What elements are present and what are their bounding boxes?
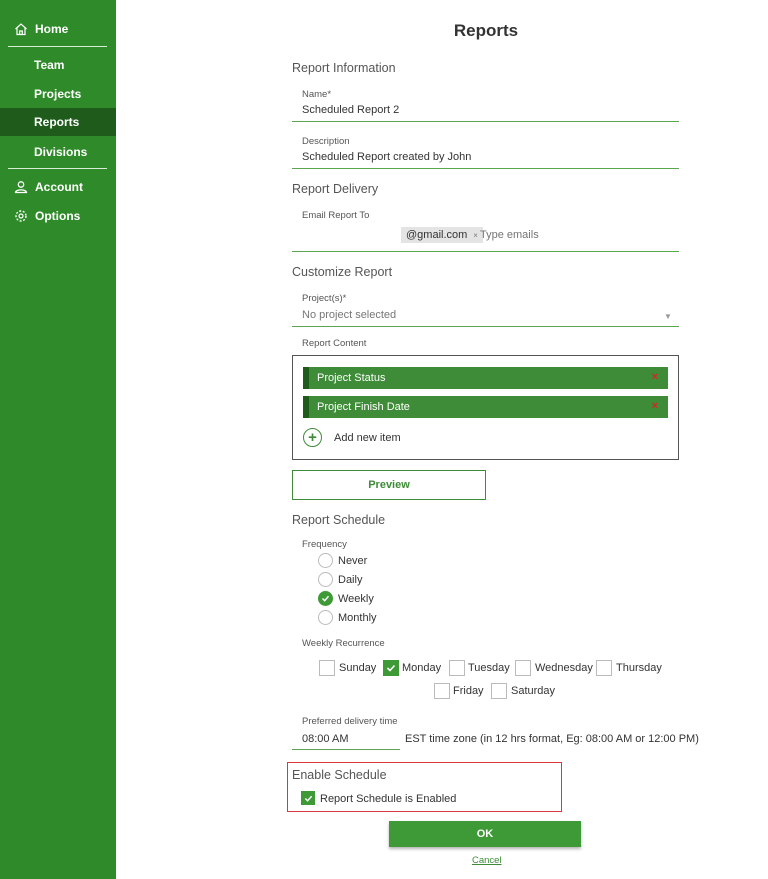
radio-label: Weekly xyxy=(338,592,374,605)
checkbox-enable-schedule[interactable] xyxy=(301,791,315,805)
delivery-time-underline xyxy=(292,749,400,750)
sidebar-item-account[interactable]: Account xyxy=(0,173,116,201)
sidebar-item-label: Projects xyxy=(34,87,82,101)
day-label-wednesday: Wednesday xyxy=(535,662,593,674)
radio-daily[interactable]: Daily xyxy=(318,572,362,587)
radio-circle xyxy=(318,572,333,587)
description-field[interactable]: Scheduled Report created by John xyxy=(302,151,471,163)
sidebar-item-divisions[interactable]: Divisions xyxy=(0,138,116,166)
projects-label: Project(s)* xyxy=(302,293,347,304)
time-zone-note: EST time zone (in 12 hrs format, Eg: 08:… xyxy=(405,733,699,745)
sidebar-item-reports[interactable]: Reports xyxy=(0,108,116,136)
checkbox-sunday[interactable] xyxy=(319,660,335,676)
name-field-underline xyxy=(292,121,679,122)
day-label-sunday: Sunday xyxy=(339,662,377,674)
radio-weekly[interactable]: Weekly xyxy=(318,591,374,606)
sidebar-divider xyxy=(8,46,107,47)
content-item-label: Project Status xyxy=(317,372,386,384)
sidebar-item-team[interactable]: Team xyxy=(0,51,116,79)
chevron-down-icon[interactable]: ▼ xyxy=(664,312,672,321)
preview-button[interactable]: Preview xyxy=(292,470,486,500)
sidebar-item-projects[interactable]: Projects xyxy=(0,80,116,108)
delivery-time-label: Preferred delivery time xyxy=(302,716,398,727)
check-icon xyxy=(386,664,396,672)
checkbox-wednesday[interactable] xyxy=(515,660,531,676)
email-chip[interactable]: @gmail.com × xyxy=(401,227,483,243)
frequency-label: Frequency xyxy=(302,539,347,550)
radio-label: Monthly xyxy=(338,611,377,624)
remove-icon[interactable]: × xyxy=(652,400,658,412)
weekly-recurrence-label: Weekly Recurrence xyxy=(302,638,385,649)
radio-circle xyxy=(318,553,333,568)
sidebar-item-label: Divisions xyxy=(34,145,88,159)
section-title-enable-schedule: Enable Schedule xyxy=(292,768,387,782)
page-title: Reports xyxy=(453,21,519,40)
radio-monthly[interactable]: Monthly xyxy=(318,610,377,625)
chip-remove-icon[interactable]: × xyxy=(473,231,478,240)
delivery-time-input[interactable]: 08:00 AM xyxy=(302,733,348,745)
sidebar: Home Team Projects Reports Divisions Acc… xyxy=(0,0,116,879)
projects-select-underline xyxy=(292,326,679,327)
email-field-underline xyxy=(292,251,679,252)
cancel-link[interactable]: Cancel xyxy=(472,855,502,866)
sidebar-item-label: Home xyxy=(35,22,69,36)
section-title-customize-report: Customize Report xyxy=(292,265,393,279)
sidebar-item-options[interactable]: Options xyxy=(0,202,116,230)
email-input[interactable] xyxy=(480,229,630,241)
content-item-label: Project Finish Date xyxy=(317,401,410,413)
content-item-project-status[interactable]: Project Status × xyxy=(303,367,668,389)
add-new-item-button[interactable]: + Add new item xyxy=(303,428,401,447)
radio-never[interactable]: Never xyxy=(318,553,367,568)
day-label-tuesday: Tuesday xyxy=(468,662,510,674)
sidebar-item-label: Team xyxy=(34,58,65,72)
radio-label: Daily xyxy=(338,573,363,586)
radio-circle xyxy=(318,610,333,625)
checkbox-monday[interactable] xyxy=(383,660,399,676)
description-label: Description xyxy=(302,136,350,147)
gear-icon xyxy=(14,209,28,223)
section-title-report-schedule: Report Schedule xyxy=(292,513,386,527)
day-label-thursday: Thursday xyxy=(616,662,662,674)
section-title-report-information: Report Information xyxy=(292,61,396,75)
email-label: Email Report To xyxy=(302,210,370,221)
radio-label: Never xyxy=(338,554,368,567)
add-new-item-label: Add new item xyxy=(334,431,401,444)
checkbox-friday[interactable] xyxy=(434,683,450,699)
remove-icon[interactable]: × xyxy=(652,371,658,383)
sidebar-item-label: Account xyxy=(35,180,83,194)
name-field[interactable]: Scheduled Report 2 xyxy=(302,104,399,116)
email-chip-text: @gmail.com xyxy=(406,229,468,241)
enable-schedule-label: Report Schedule is Enabled xyxy=(320,793,457,805)
plus-circle-icon: + xyxy=(303,428,322,447)
content-item-project-finish-date[interactable]: Project Finish Date × xyxy=(303,396,668,418)
checkbox-tuesday[interactable] xyxy=(449,660,465,676)
description-field-underline xyxy=(292,168,679,169)
checkbox-saturday[interactable] xyxy=(491,683,507,699)
home-icon xyxy=(14,22,28,36)
projects-select[interactable]: No project selected xyxy=(302,309,396,321)
check-icon xyxy=(304,795,312,802)
sidebar-item-label: Options xyxy=(35,209,81,223)
day-label-monday: Monday xyxy=(402,662,442,674)
name-label: Name* xyxy=(302,89,332,100)
user-icon xyxy=(14,180,28,194)
day-label-saturday: Saturday xyxy=(511,685,556,697)
ok-button[interactable]: OK xyxy=(389,821,581,847)
day-label-friday: Friday xyxy=(453,685,484,697)
radio-checked-icon xyxy=(318,591,333,606)
sidebar-divider xyxy=(8,168,107,169)
checkbox-thursday[interactable] xyxy=(596,660,612,676)
section-title-report-delivery: Report Delivery xyxy=(292,182,379,196)
sidebar-item-home[interactable]: Home xyxy=(0,15,116,43)
sidebar-item-label: Reports xyxy=(34,115,80,129)
report-content-label: Report Content xyxy=(302,338,367,349)
